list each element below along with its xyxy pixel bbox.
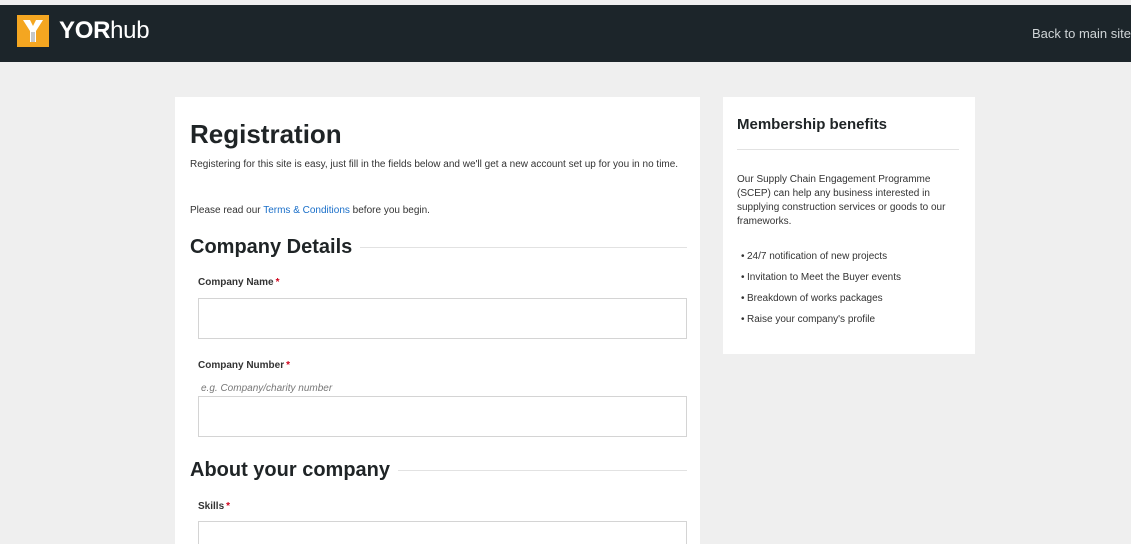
company-number-input[interactable]: [198, 396, 687, 437]
logo-badge-icon: [17, 15, 49, 47]
required-asterisk: *: [275, 277, 280, 288]
terms-and-conditions-link[interactable]: Terms & Conditions: [263, 205, 350, 216]
terms-notice: Please read our Terms & Conditions befor…: [190, 205, 430, 216]
required-asterisk: *: [226, 501, 231, 512]
bullet-icon: •: [741, 251, 745, 262]
company-name-input[interactable]: [198, 298, 687, 339]
page-title: Registration: [190, 119, 342, 149]
terms-prefix: Please read our: [190, 205, 264, 216]
membership-benefits-title: Membership benefits: [737, 116, 888, 133]
section-divider: [398, 470, 687, 471]
skills-label-text: Skills: [198, 501, 225, 512]
logo-wordmark: YORhub: [59, 17, 150, 45]
benefit-text: Breakdown of works packages: [747, 293, 883, 304]
side-divider: [737, 149, 959, 150]
about-company-section-header: About your company: [190, 459, 687, 482]
section-divider: [360, 247, 687, 248]
company-details-section-header: Company Details: [190, 236, 687, 259]
list-item: • 24/7 notification of new projects: [737, 250, 901, 271]
company-number-label-text: Company Number: [198, 360, 285, 371]
logo-wordmark-bold: YOR: [59, 17, 111, 44]
logo-wordmark-light: hub: [110, 17, 150, 44]
bullet-icon: •: [741, 272, 745, 283]
y-logo-icon: [23, 20, 43, 42]
benefit-text: Raise your company's profile: [747, 314, 876, 325]
company-name-label: Company Name *: [198, 277, 279, 288]
back-to-main-site-link[interactable]: Back to main site: [1032, 26, 1131, 41]
company-details-heading: Company Details: [190, 236, 353, 258]
skills-input[interactable]: [198, 521, 687, 544]
about-company-heading: About your company: [190, 459, 391, 481]
benefit-text: 24/7 notification of new projects: [747, 251, 888, 262]
required-asterisk: *: [286, 360, 291, 371]
list-item: • Invitation to Meet the Buyer events: [737, 271, 901, 292]
benefit-text: Invitation to Meet the Buyer events: [747, 272, 901, 283]
top-nav-bar: YORhub Back to main site: [0, 5, 1131, 62]
yorhub-logo[interactable]: YORhub: [17, 15, 150, 47]
company-number-label: Company Number *: [198, 360, 290, 371]
company-name-label-text: Company Name: [198, 277, 274, 288]
registration-card: Registration Registering for this site i…: [175, 97, 700, 544]
list-item: • Raise your company's profile: [737, 313, 901, 334]
membership-description: Our Supply Chain Engagement Programme (S…: [737, 174, 946, 227]
skills-label: Skills *: [198, 501, 230, 512]
company-number-hint: e.g. Company/charity number: [201, 383, 333, 394]
membership-benefits-card: Membership benefits Our Supply Chain Eng…: [723, 97, 975, 354]
bullet-icon: •: [741, 293, 745, 304]
list-item: • Breakdown of works packages: [737, 292, 901, 313]
benefits-list: • 24/7 notification of new projects • Invi…: [737, 250, 901, 334]
bullet-icon: •: [741, 314, 745, 325]
terms-suffix: before you begin.: [349, 205, 430, 216]
intro-text: Registering for this site is easy, just …: [190, 159, 679, 170]
